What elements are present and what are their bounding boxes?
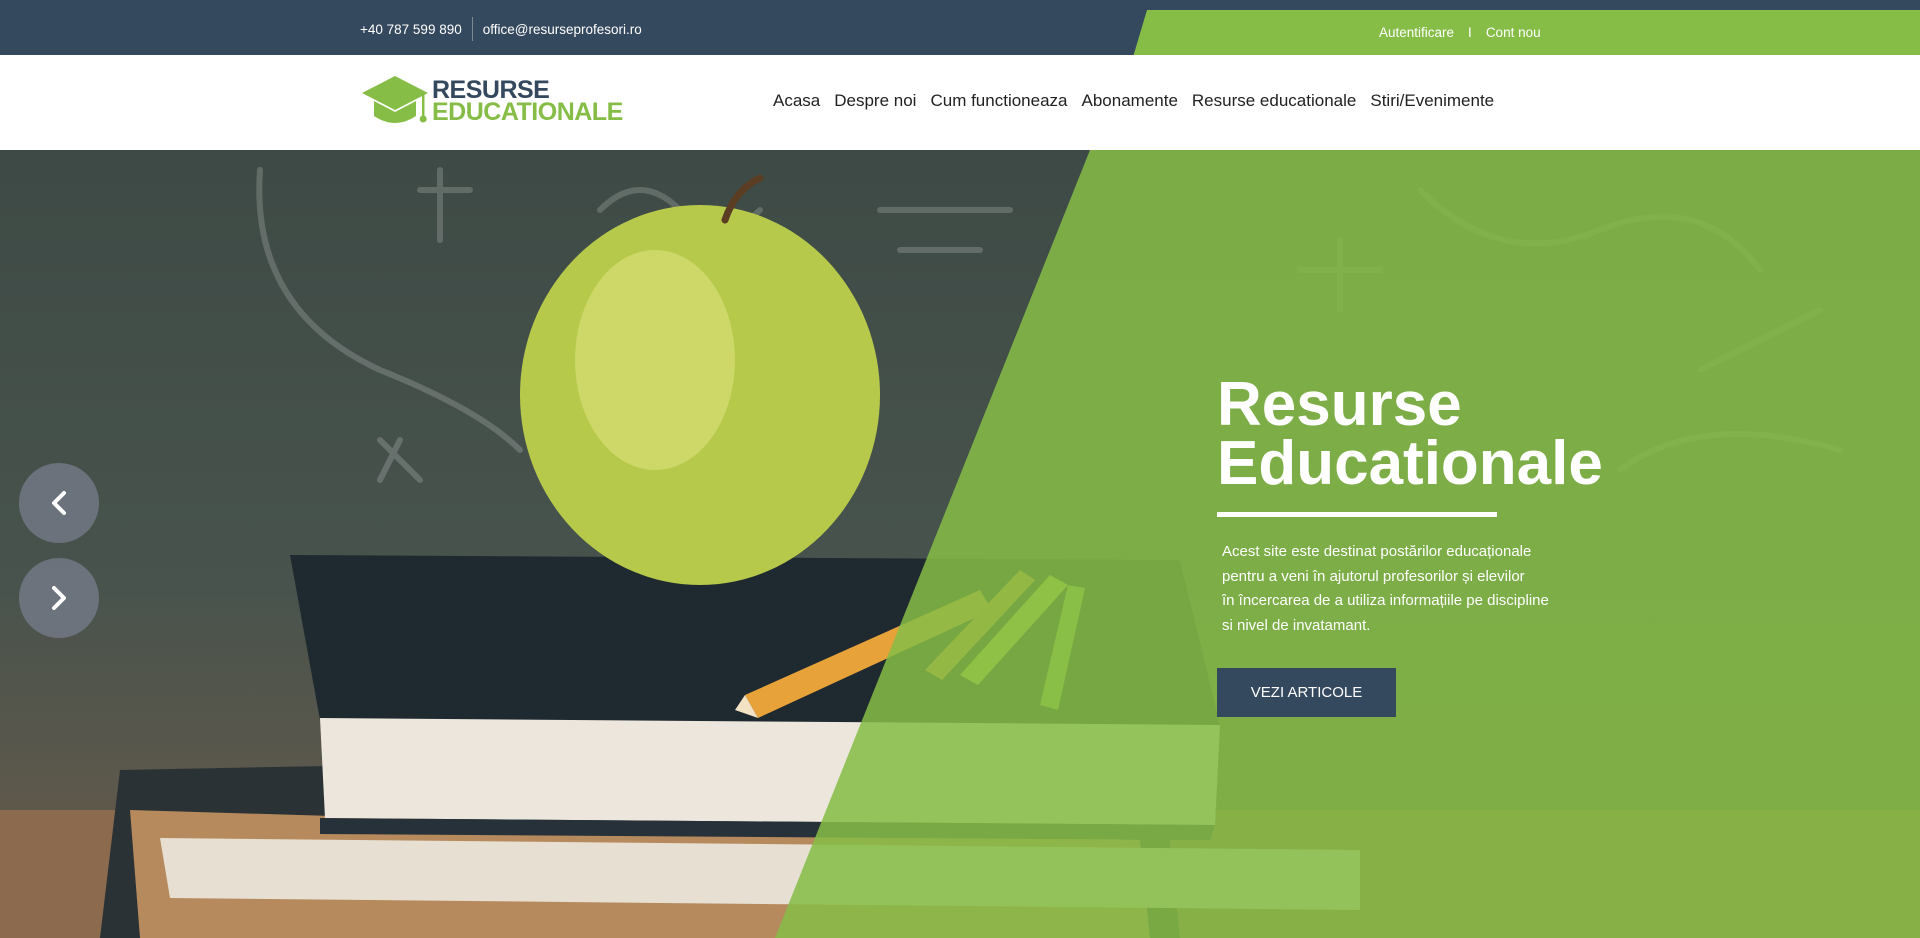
- nav-item-despre-noi[interactable]: Despre noi: [834, 91, 916, 111]
- register-link[interactable]: Cont nou: [1486, 25, 1541, 40]
- chevron-left-icon: [52, 491, 66, 515]
- chevron-right-icon: [52, 586, 66, 610]
- logo-text-bottom: EDUCATIONALE: [432, 98, 623, 126]
- hero-title: Resurse Educationale: [1217, 370, 1603, 498]
- site-logo[interactable]: RESURSE EDUCATIONALE: [360, 74, 630, 130]
- view-articles-button[interactable]: VEZI ARTICOLE: [1217, 668, 1396, 717]
- nav-item-stiri-evenimente[interactable]: Stiri/Evenimente: [1370, 91, 1494, 111]
- graduation-cap-icon: [362, 76, 428, 123]
- nav-item-cum-functioneaza[interactable]: Cum functioneaza: [930, 91, 1067, 111]
- slider-prev-button[interactable]: [19, 463, 99, 543]
- contact-divider: [471, 17, 473, 41]
- nav-item-abonamente[interactable]: Abonamente: [1082, 91, 1178, 111]
- hero-title-underline: [1217, 512, 1497, 517]
- login-link[interactable]: Autentificare: [1379, 25, 1454, 40]
- hero-slider: Resurse Educationale Acest site este des…: [0, 150, 1920, 938]
- site-header: RESURSE EDUCATIONALE Acasa Despre noi Cu…: [0, 55, 1920, 150]
- auth-panel: Autentificare I Cont nou: [1133, 10, 1920, 57]
- main-nav: Acasa Despre noi Cum functioneaza Abonam…: [773, 91, 1494, 111]
- email-address[interactable]: office@resurseprofesori.ro: [483, 22, 642, 37]
- nav-item-acasa[interactable]: Acasa: [773, 91, 820, 111]
- slider-next-button[interactable]: [19, 558, 99, 638]
- contact-info: +40 787 599 890 office@resurseprofesori.…: [360, 17, 642, 41]
- hero-description: Acest site este destinat postărilor educ…: [1222, 543, 1549, 634]
- auth-separator: I: [1468, 25, 1472, 40]
- top-bar: +40 787 599 890 office@resurseprofesori.…: [0, 0, 1920, 57]
- hero-content: Resurse Educationale Acest site este des…: [1217, 370, 1737, 717]
- auth-links: Autentificare I Cont nou: [1379, 25, 1541, 40]
- phone-number[interactable]: +40 787 599 890: [360, 22, 462, 37]
- nav-item-resurse-educationale[interactable]: Resurse educationale: [1192, 91, 1356, 111]
